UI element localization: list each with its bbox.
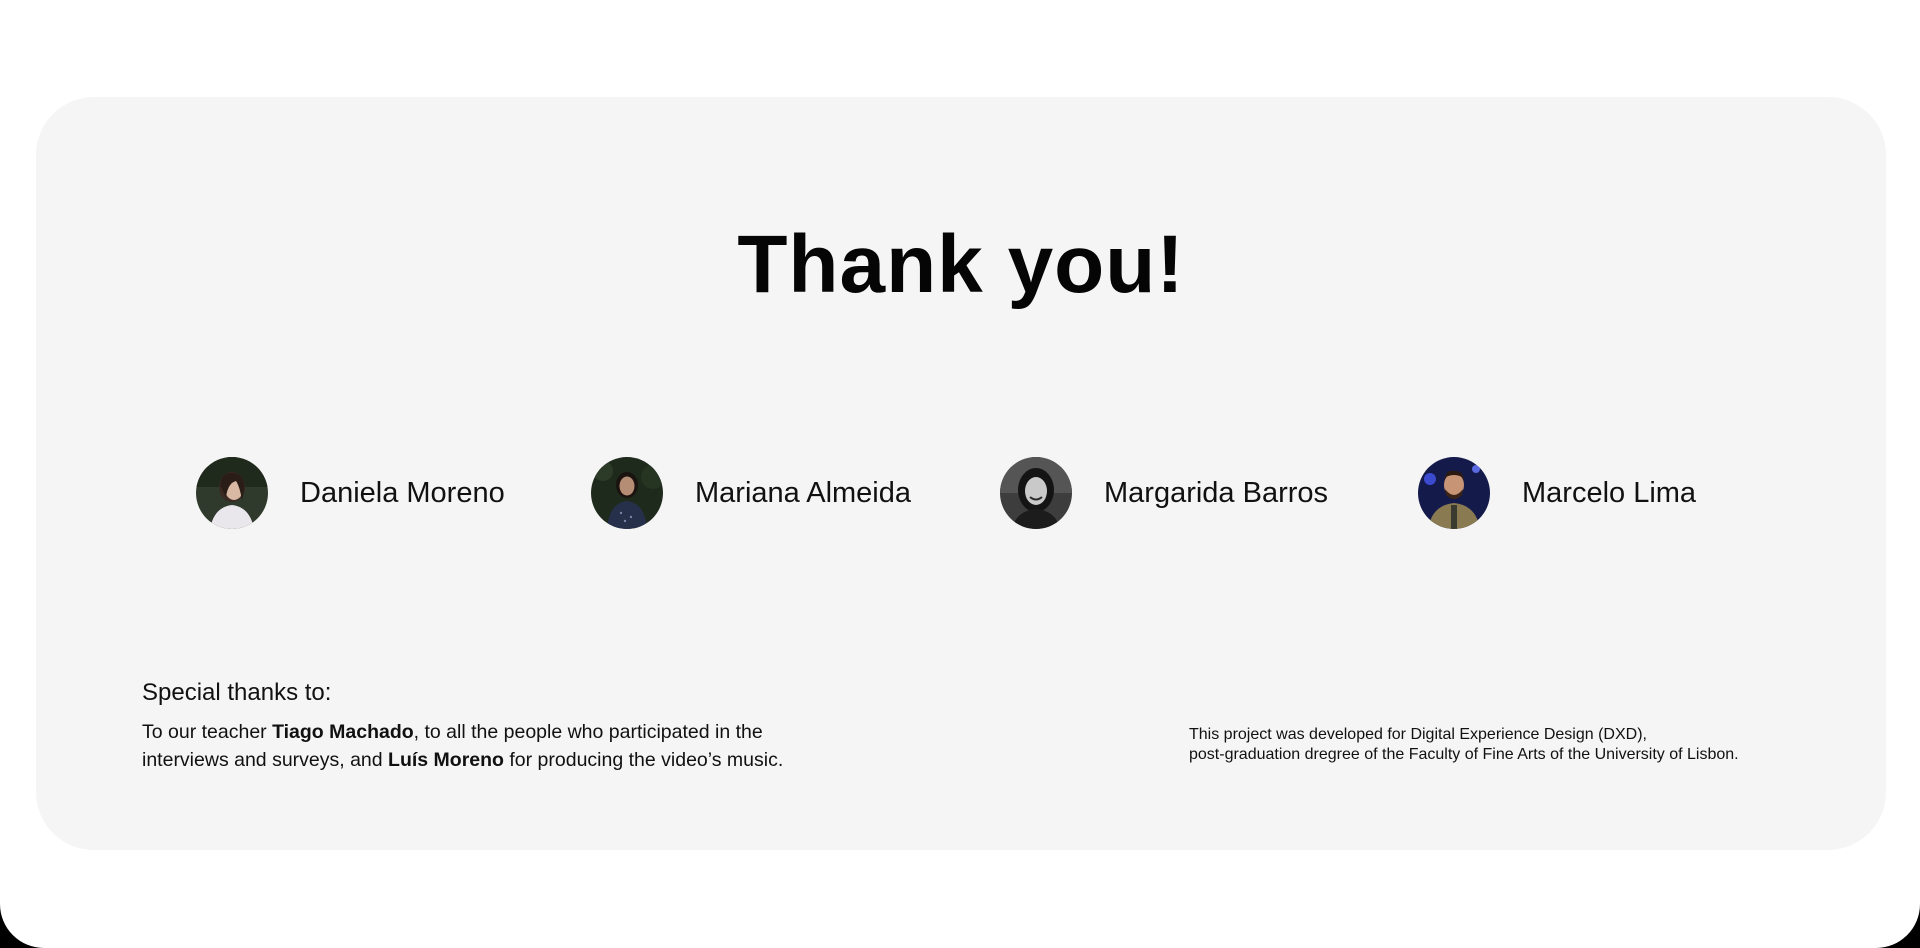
- page-title: Thank you!: [737, 219, 1185, 310]
- avatar: [1000, 457, 1072, 529]
- avatar-photo-marcelo: [1418, 457, 1490, 529]
- thank-you-card: Thank you! Daniela Moreno Mariana Almeid…: [36, 97, 1886, 850]
- teacher-name: Tiago Machado: [272, 720, 414, 743]
- page: Thank you! Daniela Moreno Mariana Almeid…: [0, 0, 1920, 948]
- thanks-text: , to all the people who participated in …: [413, 720, 763, 743]
- avatar: [591, 457, 663, 529]
- avatar: [1418, 457, 1490, 529]
- special-thanks-text: To our teacher Tiago Machado, to all the…: [142, 718, 902, 774]
- avatar-photo-daniela: [196, 457, 268, 529]
- member-name: Margarida Barros: [1104, 476, 1329, 509]
- thanks-text: interviews and surveys, and: [142, 748, 389, 771]
- special-thanks: Special thanks to: To our teacher Tiago …: [142, 679, 902, 774]
- footnote-line: post-graduation dregree of the Faculty o…: [1189, 746, 1739, 763]
- member-name: Marcelo Lima: [1522, 476, 1697, 509]
- avatar-photo-mariana: [591, 457, 663, 529]
- musician-name: Luís Moreno: [388, 748, 504, 771]
- avatar: [196, 457, 268, 529]
- team-list: Daniela Moreno Mariana Almeida Margarida…: [36, 455, 1886, 531]
- member-name: Daniela Moreno: [300, 476, 505, 509]
- member-name: Mariana Almeida: [695, 476, 911, 509]
- special-thanks-heading: Special thanks to:: [142, 679, 332, 706]
- footnote-line: This project was developed for Digital E…: [1189, 726, 1647, 743]
- team-member-mariana: Mariana Almeida: [591, 455, 911, 531]
- thanks-text: To our teacher: [142, 720, 273, 743]
- team-member-daniela: Daniela Moreno: [196, 455, 505, 531]
- team-member-marcelo: Marcelo Lima: [1418, 455, 1696, 531]
- avatar-photo-margarida: [1000, 457, 1072, 529]
- project-footnote: This project was developed for Digital E…: [1189, 725, 1829, 765]
- team-member-margarida: Margarida Barros: [1000, 455, 1328, 531]
- thanks-text: for producing the video’s music.: [503, 748, 784, 771]
